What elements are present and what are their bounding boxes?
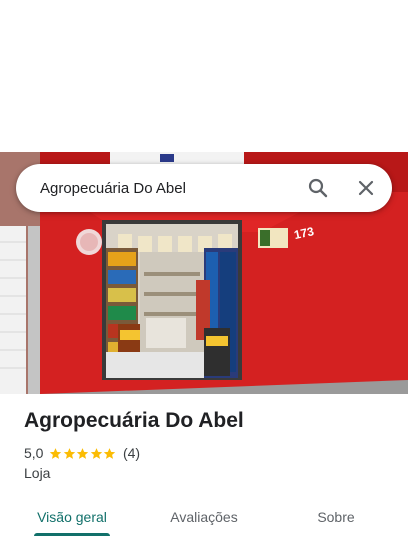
clear-search-button[interactable] <box>344 166 388 210</box>
star-icon <box>104 447 116 459</box>
active-tab-indicator <box>34 533 110 536</box>
place-details-panel: 173 Agropecuária Do Abel Agropecuária Do… <box>0 0 408 544</box>
search-button[interactable] <box>296 166 340 210</box>
search-input[interactable]: Agropecuária Do Abel <box>16 180 296 197</box>
place-category[interactable]: Loja <box>24 465 50 481</box>
review-count[interactable]: (4) <box>123 445 140 461</box>
star-icon <box>63 447 76 459</box>
tab-reviews[interactable]: Avaliações <box>144 498 264 536</box>
tab-bar: Visão geral Avaliações Sobre <box>0 498 408 544</box>
star-icon <box>77 447 89 459</box>
star-icon <box>90 447 103 459</box>
rating-row[interactable]: 5,0 (4) <box>24 444 140 462</box>
search-icon <box>308 178 328 198</box>
close-icon <box>357 179 375 197</box>
tab-label: Visão geral <box>37 509 107 525</box>
rating-value: 5,0 <box>24 445 44 461</box>
star-rating <box>49 447 117 460</box>
search-bar[interactable]: Agropecuária Do Abel <box>16 164 392 212</box>
star-icon <box>50 447 62 459</box>
tab-label: Sobre <box>317 509 355 525</box>
tab-label: Avaliações <box>170 509 238 525</box>
tab-overview[interactable]: Visão geral <box>0 498 144 536</box>
tab-about[interactable]: Sobre <box>264 498 408 536</box>
place-title: Agropecuária Do Abel <box>24 409 244 432</box>
